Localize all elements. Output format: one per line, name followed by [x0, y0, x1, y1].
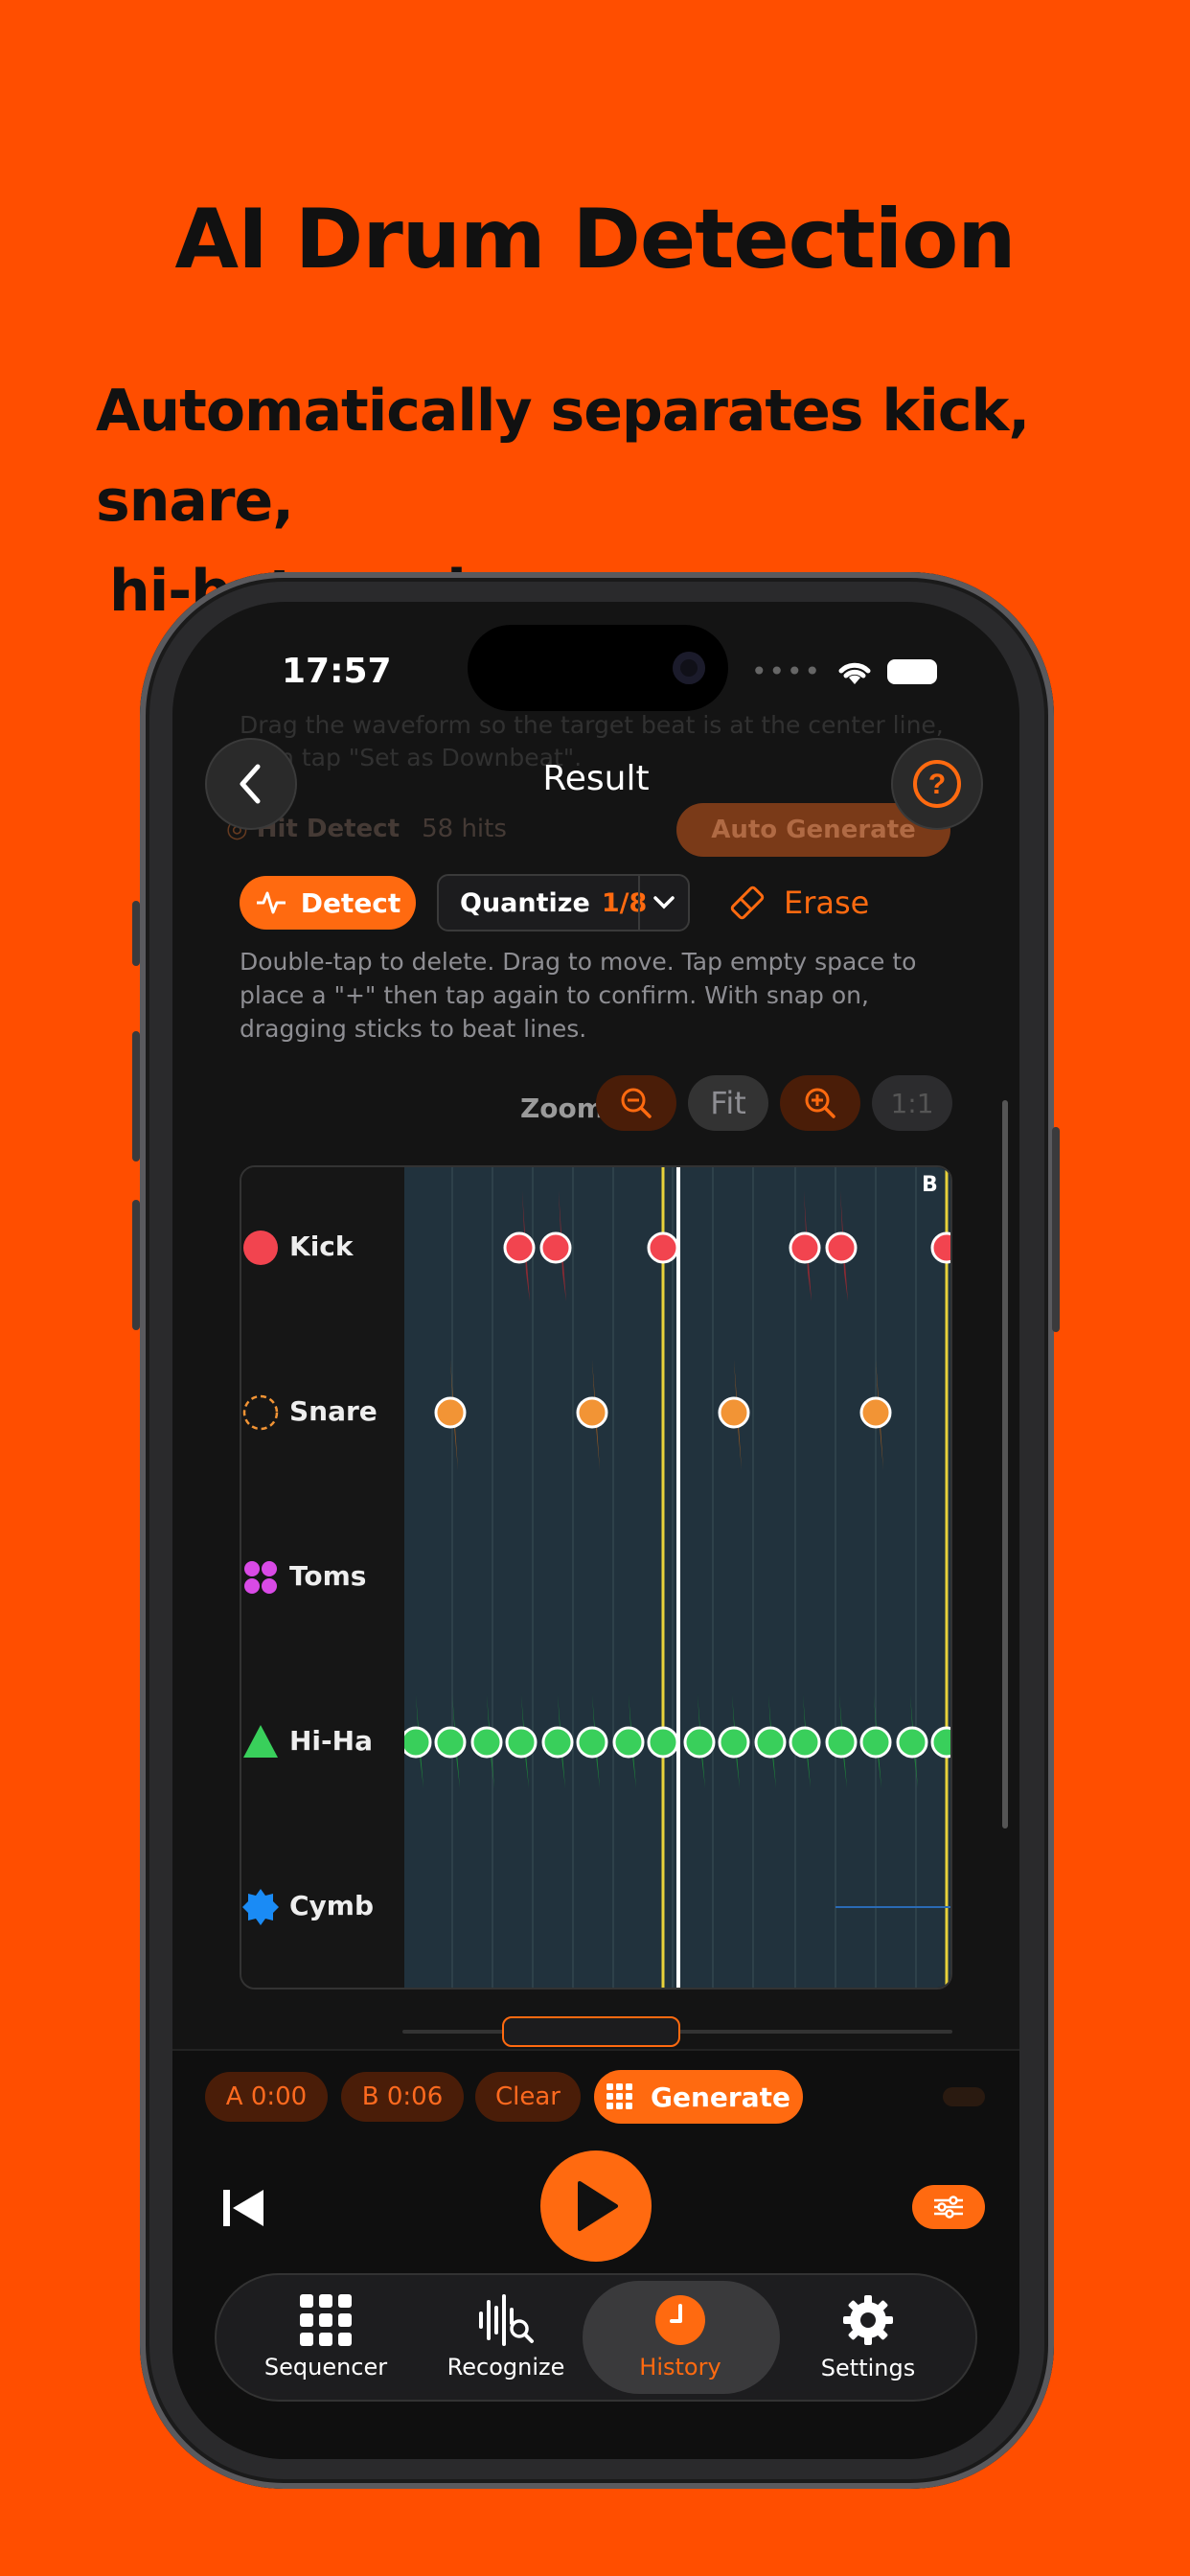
help-button[interactable]: ?	[891, 738, 983, 830]
detect-label: Detect	[300, 886, 401, 919]
question-icon: ?	[913, 760, 961, 808]
grid-icon	[606, 2083, 632, 2109]
zoom-1to1-label: 1:1	[890, 1087, 934, 1119]
mini-toggle[interactable]	[943, 2087, 985, 2106]
detect-button[interactable]: Detect	[240, 876, 416, 930]
generate-button[interactable]: Generate	[594, 2070, 803, 2124]
drum-lane-panel[interactable]: Kick Snare Toms Hi-Ha Cymb B	[240, 1165, 952, 1990]
zoom-in-icon	[805, 1088, 835, 1118]
ghost-hits-count: 58 hits	[422, 815, 507, 843]
zoom-fit-label: Fit	[710, 1085, 746, 1121]
clear-button[interactable]: Clear	[475, 2072, 581, 2122]
grid-icon	[300, 2294, 352, 2346]
marker-b-label: B	[922, 1173, 938, 1197]
clock-icon	[655, 2295, 705, 2345]
eraser-icon	[730, 886, 765, 920]
ghost-auto-generate-label: Auto Generate	[711, 816, 916, 844]
quantize-label: Quantize	[460, 887, 590, 918]
wifi-icon	[838, 662, 871, 684]
vertical-scrollbar[interactable]	[1002, 1100, 1008, 1828]
app-screen: 17:57 •••• Drag the waveform so the targ…	[172, 602, 1019, 2459]
waveform-search-icon	[479, 2294, 534, 2346]
status-icons: ••••	[751, 656, 937, 687]
chevron-down-icon	[653, 896, 675, 909]
zoom-fit-button[interactable]: Fit	[688, 1075, 768, 1131]
lane-label-toms: Toms	[289, 1560, 367, 1592]
dynamic-island	[468, 625, 728, 711]
tab-settings[interactable]: Settings	[772, 2275, 964, 2400]
zoom-out-button[interactable]	[596, 1075, 676, 1131]
zoom-out-icon	[621, 1088, 652, 1118]
lane-label-kick: Kick	[289, 1230, 354, 1262]
gear-icon	[843, 2295, 893, 2345]
tab-history-label: History	[639, 2354, 721, 2380]
lane-label-snare: Snare	[289, 1395, 378, 1427]
lane-label-hihat: Hi-Ha	[289, 1725, 373, 1757]
side-button-action	[132, 901, 140, 966]
loop-a-button[interactable]: A 0:00	[205, 2072, 328, 2122]
hihat-icon	[243, 1725, 278, 1758]
skip-back-icon	[223, 2190, 263, 2226]
tab-sequencer[interactable]: Sequencer	[230, 2275, 422, 2400]
pulse-icon	[256, 891, 286, 914]
mixer-button[interactable]	[912, 2185, 985, 2229]
loop-a-label: A 0:00	[225, 2082, 308, 2111]
svg-text:?: ?	[928, 769, 946, 800]
loop-b-label: B 0:06	[361, 2082, 444, 2111]
tab-sequencer-label: Sequencer	[263, 2354, 388, 2380]
tab-history[interactable]: History	[584, 2275, 776, 2400]
snare-icon	[242, 1394, 279, 1431]
zoom-1to1-button[interactable]: 1:1	[872, 1075, 952, 1131]
help-text: Double-tap to delete. Drag to move. Tap …	[240, 948, 917, 1043]
hero-subtitle-line-1: Automatically separates kick, snare,	[96, 378, 1030, 535]
side-button-volume-up	[132, 1031, 140, 1162]
zoom-in-button[interactable]	[780, 1075, 860, 1131]
quantize-divider	[638, 876, 640, 930]
side-button-power	[1052, 1127, 1060, 1332]
toms-icon	[244, 1561, 277, 1594]
kick-hits[interactable]	[365, 1231, 952, 1264]
camera-icon	[673, 652, 705, 684]
tab-recognize-label: Recognize	[446, 2354, 565, 2380]
play-icon	[578, 2181, 618, 2231]
tab-settings-label: Settings	[820, 2355, 916, 2381]
erase-button[interactable]: Erase	[728, 876, 869, 930]
sliders-icon	[934, 2196, 963, 2219]
tab-recognize[interactable]: Recognize	[410, 2275, 602, 2400]
quantize-value: 1/8	[601, 887, 648, 918]
hero-title: AI Drum Detection	[174, 192, 1016, 288]
horizontal-scroll-thumb[interactable]	[502, 2016, 680, 2047]
kick-icon	[243, 1230, 278, 1265]
cymbal-icon	[242, 1889, 279, 1925]
skip-back-button[interactable]	[205, 2170, 282, 2246]
status-time: 17:57	[282, 652, 392, 691]
battery-icon	[887, 658, 937, 684]
erase-label: Erase	[784, 885, 870, 921]
ghost-hint-line-1: Drag the waveform so the target beat is …	[240, 711, 944, 739]
side-button-volume-down	[132, 1200, 140, 1330]
zoom-label: Zoom	[520, 1092, 605, 1124]
quantize-select[interactable]: Quantize 1/8	[437, 874, 690, 932]
clear-label: Clear	[495, 2082, 561, 2111]
loop-b-button[interactable]: B 0:06	[341, 2072, 464, 2122]
tab-bar: Sequencer Recognize History Settings	[215, 2273, 977, 2402]
lane-label-cymbal: Cymb	[289, 1890, 375, 1921]
hihat-hits[interactable]	[365, 1726, 952, 1759]
signal-dots-icon: ••••	[750, 656, 822, 687]
generate-label: Generate	[651, 2081, 790, 2113]
play-button[interactable]	[540, 2150, 652, 2262]
